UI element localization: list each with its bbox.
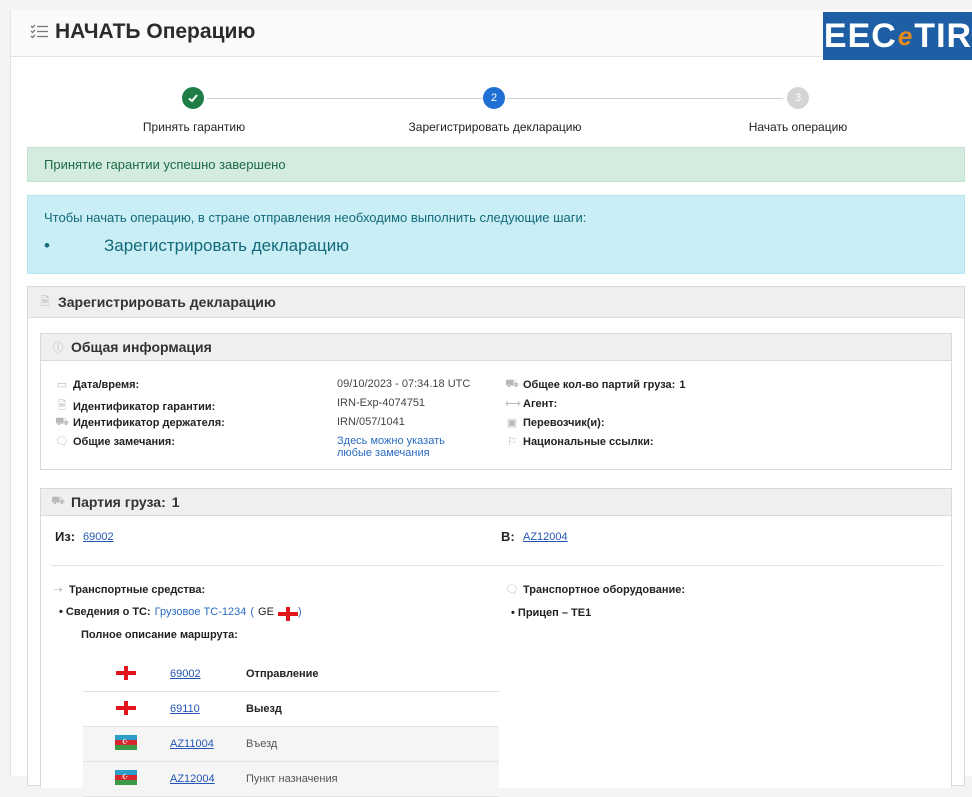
step-label-start-operation: Начать операцию xyxy=(748,120,848,134)
azerbaijan-flag-icon: ☪ xyxy=(115,735,137,750)
from-office-link[interactable]: 69002 xyxy=(83,531,114,543)
georgia-flag-icon xyxy=(277,606,298,621)
route-office-link[interactable]: AZ11004 xyxy=(170,738,214,750)
document-icon: 🗎 xyxy=(40,295,50,308)
stepper: Принять гарантию 2 Зарегистрировать декл… xyxy=(11,86,972,146)
info-alert-item-text: Зарегистрировать декларацию xyxy=(104,236,350,255)
info-alert-item: • Зарегистрировать декларацию xyxy=(44,236,349,256)
agent-label: ⟷ Агент: xyxy=(505,397,558,411)
georgia-flag-icon xyxy=(116,665,136,680)
register-declaration-panel: 🗎 Зарегистрировать декларацию ⓘ Общая ин… xyxy=(27,286,965,797)
consignment-number: 1 xyxy=(171,494,180,510)
success-alert: Принятие гарантии успешно завершено xyxy=(27,147,965,182)
holder-id-value: IRN/057/1041 xyxy=(337,416,405,428)
step-number-badge: 2 xyxy=(483,87,505,109)
step-done-check-icon xyxy=(182,87,204,109)
general-info-section: ⓘ Общая информация ▭ Дата/время: 09/10/20… xyxy=(40,333,952,470)
page-title-text: НАЧАТЬ Операцию xyxy=(55,20,256,43)
route-office-link[interactable]: 69002 xyxy=(170,668,201,680)
flag-icon: ⚐ xyxy=(507,436,517,448)
step-number-badge: 3 xyxy=(787,87,809,109)
document-icon: 🗎 xyxy=(57,400,67,412)
top-bar: НАЧАТЬ Операцию EEC e TIR xyxy=(11,10,972,60)
route-table: 69002 Отправление 69110 Выезд ☪ AZ11004 … xyxy=(83,657,499,797)
holder-id-label: ⛟ Идентификатор держателя: xyxy=(55,416,225,429)
vehicles-label: ⇢ Транспортные средства: xyxy=(51,583,205,597)
equipment-item: • Прицеп – TE1 xyxy=(511,607,592,619)
cargo-icon: ⛟ xyxy=(51,495,65,507)
step-connector xyxy=(507,98,783,99)
azerbaijan-flag-icon: ☪ xyxy=(115,770,137,785)
remarks-value[interactable]: Здесь можно указать любые замечания xyxy=(337,435,445,459)
datetime-value: 09/10/2023 - 07:34.18 UTC xyxy=(337,378,471,390)
route-point-type: Въезд xyxy=(245,726,499,762)
table-row: ☪ AZ11004 Въезд xyxy=(83,726,499,762)
vehicle-info: • Сведения о ТС: Грузовое ТС-1234 ( GE ) xyxy=(59,606,302,621)
page-title: НАЧАТЬ Операцию xyxy=(29,20,255,44)
route-point-type: Выезд xyxy=(245,691,499,727)
table-row: 69002 Отправление xyxy=(83,657,499,692)
panel-title: Зарегистрировать декларацию xyxy=(58,294,276,310)
panel-header: 🗎 Зарегистрировать декларацию xyxy=(28,287,964,318)
equipment-icon: 🗨 xyxy=(505,584,519,596)
page: НАЧАТЬ Операцию EEC e TIR Принять гарантию… xyxy=(10,10,972,797)
checklist-icon xyxy=(30,24,48,39)
comment-icon: 🗨 xyxy=(55,436,69,448)
route-office-link[interactable]: 69110 xyxy=(170,703,200,715)
section-title: Общая информация xyxy=(71,339,212,355)
truck-icon: ⛟ xyxy=(55,416,69,428)
datetime-label: ▭ Дата/время: xyxy=(56,378,140,392)
vehicle-info-value[interactable]: Грузовое ТС-1234 xyxy=(155,606,247,618)
info-alert: Чтобы начать операцию, в стране отправле… xyxy=(27,195,965,274)
section-header: ⛟ Партия груза: 1 xyxy=(41,489,951,516)
table-row: ☪ AZ12004 Пункт назначения xyxy=(83,761,499,797)
route-label: Полное описание маршрута: xyxy=(81,629,238,641)
step-label-register-declaration: Зарегистрировать декларацию xyxy=(408,120,582,134)
info-icon: ⓘ xyxy=(52,342,64,354)
route-office-link[interactable]: AZ12004 xyxy=(170,773,215,785)
bullet: • xyxy=(44,236,50,255)
to-label: В: xyxy=(501,529,515,544)
step-label-accept-guarantee: Принять гарантию xyxy=(142,120,246,134)
remarks-label: 🗨 Общие замечания: xyxy=(55,435,175,449)
step-connector xyxy=(207,98,495,99)
consignment-section: ⛟ Партия груза: 1 Из: 69002 В: AZ12004 ⇢… xyxy=(40,488,952,797)
vehicle-country-code: GE xyxy=(258,606,274,618)
vehicle-icon: ⇢ xyxy=(53,584,63,596)
consignments-count: ⛟ Общее кол-во партий груза: 1 xyxy=(505,378,686,391)
section-header: ⓘ Общая информация xyxy=(41,334,951,361)
national-refs-label: ⚐ Национальные ссылки: xyxy=(505,435,654,449)
route-point-type: Пункт назначения xyxy=(245,761,499,797)
eec-tir-logo: EEC e TIR xyxy=(823,12,972,60)
route-point-type: Отправление xyxy=(245,657,499,692)
info-alert-text: Чтобы начать операцию, в стране отправле… xyxy=(44,210,587,225)
from-label: Из: xyxy=(55,529,76,544)
calendar-icon: ▭ xyxy=(56,379,68,391)
carrier-label: ▣ Перевозчик(и): xyxy=(506,416,605,430)
guarantee-id-value: IRN-Exp-4074751 xyxy=(337,397,426,409)
carrier-icon: ▣ xyxy=(506,417,518,429)
georgia-flag-icon xyxy=(116,700,136,715)
to-office-link[interactable]: AZ12004 xyxy=(523,531,568,543)
equipment-label: 🗨 Транспортное оборудование: xyxy=(505,583,686,597)
divider xyxy=(51,565,943,566)
table-row: 69110 Выезд xyxy=(83,691,499,727)
cargo-icon: ⛟ xyxy=(505,378,519,390)
section-title: Партия груза: xyxy=(71,494,166,510)
agent-icon: ⟷ xyxy=(505,398,521,410)
guarantee-id-label: 🗎 Идентификатор гарантии: xyxy=(55,397,216,416)
